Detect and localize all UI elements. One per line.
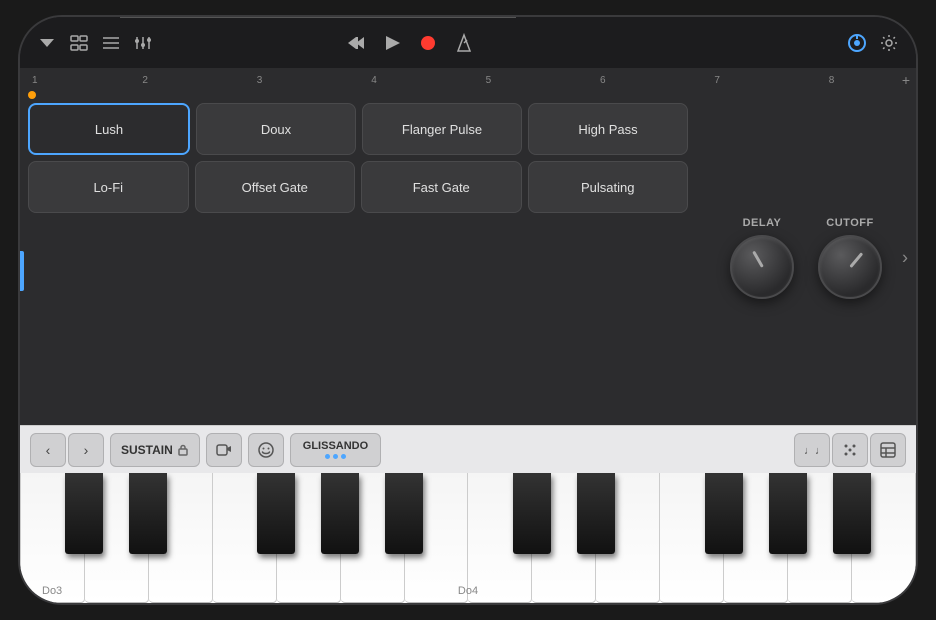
track-dot	[28, 91, 36, 99]
chord-icon	[841, 441, 859, 459]
delay-indicator	[752, 251, 764, 268]
play-button[interactable]	[381, 32, 403, 54]
smart-controls-button[interactable]	[846, 32, 868, 54]
record-button[interactable]	[417, 32, 439, 54]
preset-pulsating[interactable]: Pulsating	[528, 161, 689, 213]
do3-label: Do3	[42, 585, 62, 597]
arpeggio-icon: ♩♩	[803, 441, 821, 459]
main-content: Lush Doux Flanger Pulse High Pass Lo-Fi …	[20, 91, 916, 425]
preset-doux[interactable]: Doux	[196, 103, 356, 155]
phone-frame: 1 2 3 4 5 6 7 8 + Lush Doux Flanger Puls…	[18, 15, 918, 605]
ruler-mark-2: 2	[142, 75, 148, 86]
glissando-dots	[325, 454, 346, 459]
side-edge	[20, 251, 24, 291]
top-bar	[20, 17, 916, 69]
cutoff-indicator	[849, 252, 863, 268]
preset-offset-gate[interactable]: Offset Gate	[195, 161, 356, 213]
glissando-label: GLISSANDO	[303, 440, 368, 452]
tracks-icon[interactable]	[68, 32, 90, 54]
more-controls-button[interactable]: ›	[902, 248, 908, 269]
black-key-1[interactable]	[129, 473, 167, 554]
top-bar-left	[36, 32, 154, 54]
top-bar-center	[345, 32, 475, 54]
preset-lush[interactable]: Lush	[28, 103, 190, 155]
chord-button[interactable]	[832, 433, 868, 467]
settings-button[interactable]	[878, 32, 900, 54]
add-track-button[interactable]: +	[902, 72, 910, 88]
lock-icon	[177, 444, 189, 456]
ruler-mark-6: 6	[600, 75, 606, 86]
presets-panel: Lush Doux Flanger Pulse High Pass Lo-Fi …	[20, 91, 696, 425]
knobs-row: DELAY CUTOFF	[704, 217, 908, 299]
black-key-11[interactable]	[769, 473, 807, 554]
top-bar-right	[846, 32, 900, 54]
top-line	[120, 17, 516, 18]
settings-kb-icon	[879, 441, 897, 459]
rewind-button[interactable]	[345, 32, 367, 54]
black-key-12[interactable]	[833, 473, 871, 554]
controls-panel: DELAY CUTOFF ›	[696, 91, 916, 425]
cutoff-knob[interactable]	[818, 235, 882, 299]
emoji-icon	[257, 441, 275, 459]
delay-knob[interactable]	[730, 235, 794, 299]
black-key-3[interactable]	[257, 473, 295, 554]
ruler-mark-5: 5	[486, 75, 492, 86]
kb-prev-button[interactable]: ‹	[30, 433, 66, 467]
metronome-button[interactable]	[453, 32, 475, 54]
ruler-mark-1: 1	[32, 75, 38, 86]
arpeggio-button[interactable]: ♩♩	[794, 433, 830, 467]
record-icon	[215, 441, 233, 459]
preset-row-2: Lo-Fi Offset Gate Fast Gate Pulsating	[28, 161, 688, 213]
ruler-mark-3: 3	[257, 75, 263, 86]
black-key-4[interactable]	[321, 473, 359, 554]
glissando-button[interactable]: GLISSANDO	[290, 433, 381, 467]
preset-lo-fi[interactable]: Lo-Fi	[28, 161, 189, 213]
kb-right-group: ♩♩	[794, 433, 906, 467]
black-key-0[interactable]	[65, 473, 103, 554]
delay-knob-container: DELAY	[730, 217, 794, 299]
preset-row-1: Lush Doux Flanger Pulse High Pass	[28, 103, 688, 155]
cutoff-label: CUTOFF	[826, 217, 873, 229]
ruler-mark-4: 4	[371, 75, 377, 86]
black-key-8[interactable]	[577, 473, 615, 554]
dropdown-icon[interactable]	[36, 32, 58, 54]
ruler-mark-8: 8	[829, 75, 835, 86]
kb-next-button[interactable]: ›	[68, 433, 104, 467]
mixer-icon[interactable]	[132, 32, 154, 54]
ruler-mark-7: 7	[714, 75, 720, 86]
black-key-7[interactable]	[513, 473, 551, 554]
sustain-button[interactable]: SUSTAIN	[110, 433, 200, 467]
preset-flanger-pulse[interactable]: Flanger Pulse	[362, 103, 522, 155]
do4-label: Do4	[458, 585, 478, 597]
dot-2	[333, 454, 338, 459]
piano-keyboard: Do3 Do4	[20, 473, 916, 603]
keyboard-toolbar: ‹ › SUSTAIN GLISSANDO	[20, 425, 916, 473]
piano-keys	[20, 473, 916, 603]
emoji-button[interactable]	[248, 433, 284, 467]
svg-text:♩♩: ♩♩	[804, 445, 821, 457]
dot-1	[325, 454, 330, 459]
settings-kb-button[interactable]	[870, 433, 906, 467]
preset-fast-gate[interactable]: Fast Gate	[361, 161, 522, 213]
record-icon-button[interactable]	[206, 433, 242, 467]
delay-label: DELAY	[743, 217, 782, 229]
timeline-ruler: 1 2 3 4 5 6 7 8 +	[20, 69, 916, 91]
sustain-label: SUSTAIN	[121, 443, 173, 457]
dot-3	[341, 454, 346, 459]
black-key-10[interactable]	[705, 473, 743, 554]
cutoff-knob-container: CUTOFF	[818, 217, 882, 299]
list-icon[interactable]	[100, 32, 122, 54]
kb-nav-group: ‹ ›	[30, 433, 104, 467]
black-key-5[interactable]	[385, 473, 423, 554]
preset-high-pass[interactable]: High Pass	[528, 103, 688, 155]
